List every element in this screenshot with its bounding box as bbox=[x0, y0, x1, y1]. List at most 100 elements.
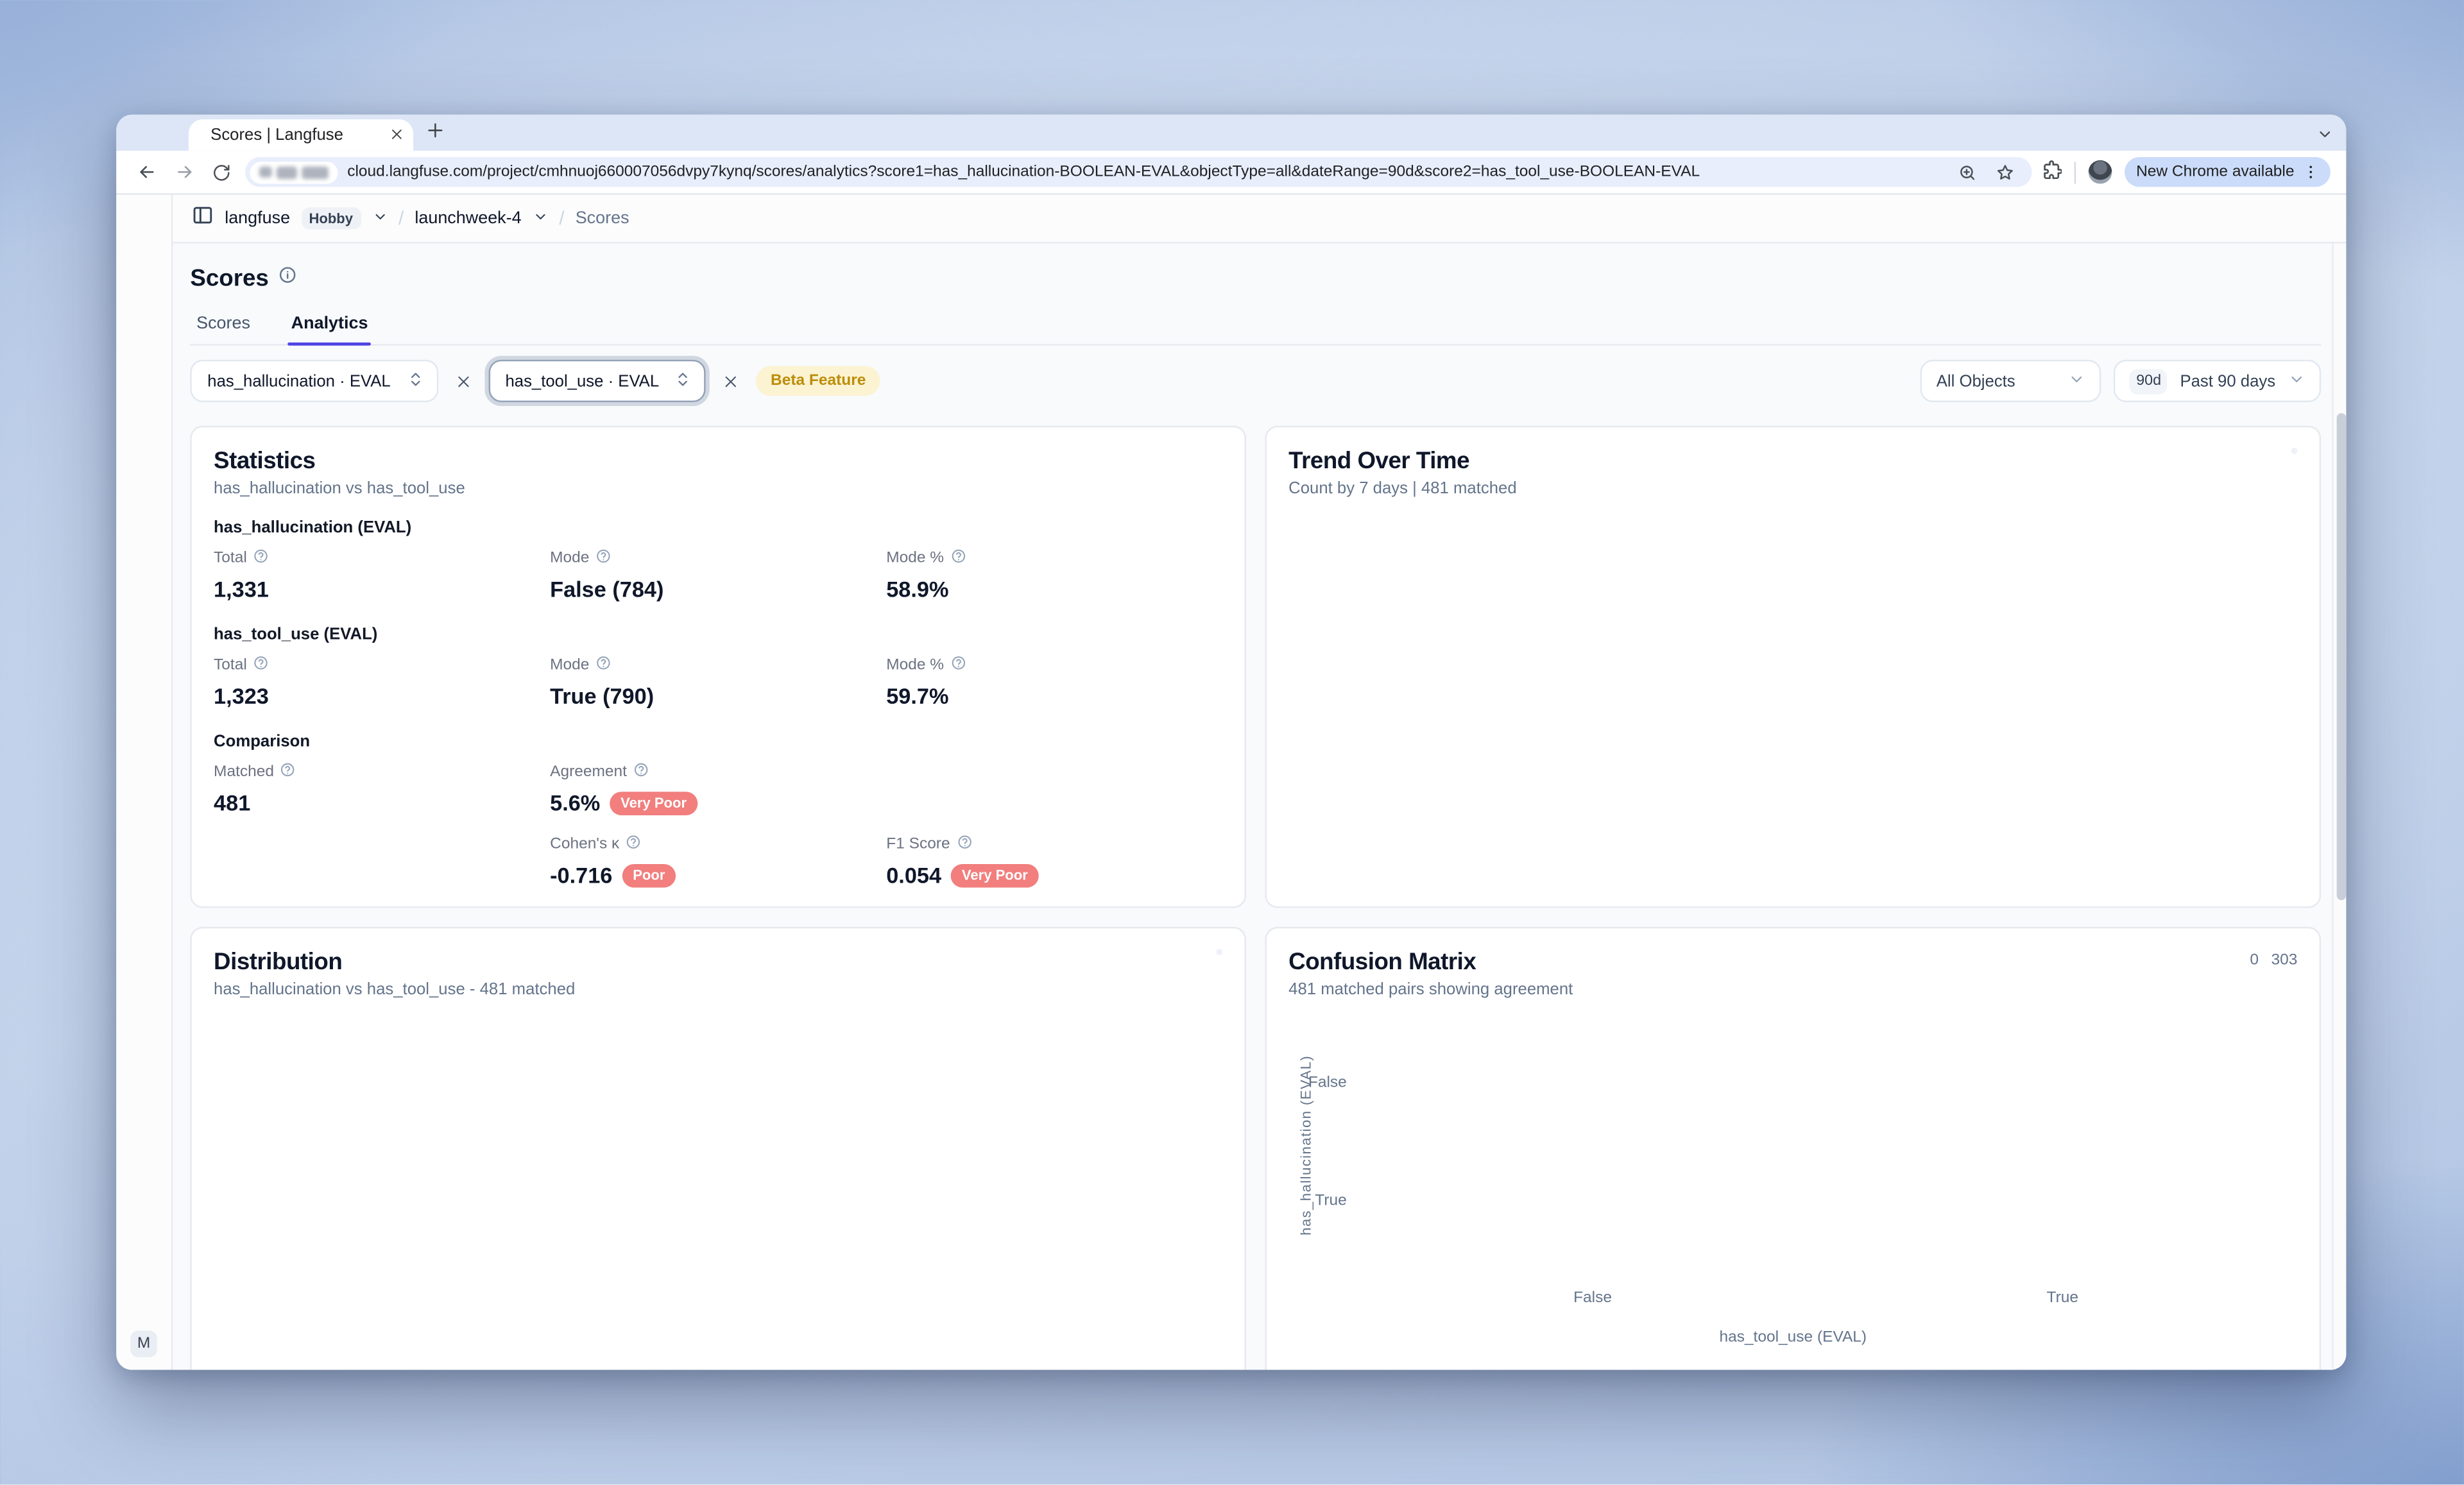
range-short-badge: 90d bbox=[2130, 368, 2167, 393]
help-icon[interactable] bbox=[253, 548, 269, 569]
remove-score1-button[interactable] bbox=[450, 368, 475, 393]
zoom-page-icon[interactable] bbox=[1954, 158, 1982, 186]
redacted-block bbox=[259, 167, 272, 178]
confusion-matrix: has_hallucination (EVAL) False True bbox=[1288, 1024, 2297, 1261]
page-title: Scores bbox=[190, 265, 269, 292]
window-controls bbox=[132, 124, 209, 141]
stat-agreement: Agreement 5.6%Very Poor bbox=[550, 762, 886, 815]
close-tab-icon[interactable] bbox=[389, 121, 404, 149]
trend-title: Trend Over Time bbox=[1288, 448, 1516, 475]
help-icon[interactable] bbox=[595, 548, 611, 569]
matrix-cell-true-false[interactable] bbox=[1358, 1143, 1826, 1261]
help-icon[interactable] bbox=[595, 655, 611, 675]
matrix-x-axis-label: has_tool_use (EVAL) bbox=[1288, 1328, 2297, 1346]
stat-label: Total bbox=[214, 550, 247, 567]
stat-label: Total bbox=[214, 657, 247, 674]
rating-badge: Very Poor bbox=[610, 791, 697, 815]
info-icon[interactable] bbox=[278, 264, 297, 292]
help-icon[interactable] bbox=[280, 762, 296, 783]
new-chrome-label: New Chrome available bbox=[2136, 164, 2294, 181]
zoom-window-button[interactable] bbox=[192, 124, 209, 141]
site-info-chip[interactable] bbox=[250, 161, 338, 183]
plan-badge: Hobby bbox=[301, 207, 361, 229]
trend-view-tabs bbox=[2291, 448, 2298, 454]
breadcrumb-project[interactable]: launchweek-4 bbox=[415, 209, 521, 228]
help-icon[interactable] bbox=[633, 762, 649, 783]
help-icon[interactable] bbox=[626, 834, 641, 854]
tab-scores[interactable]: Scores bbox=[193, 308, 253, 344]
date-range-select[interactable]: 90d Past 90 days bbox=[2114, 360, 2321, 402]
stat-value: False (784) bbox=[550, 577, 886, 602]
matrix-cell-false-true[interactable] bbox=[1829, 1024, 2297, 1139]
statistics-title: Statistics bbox=[214, 448, 1222, 475]
tab-search-icon[interactable] bbox=[2316, 123, 2334, 151]
trend-subtitle: Count by 7 days | 481 matched bbox=[1288, 479, 1516, 498]
chevron-down-icon bbox=[2069, 370, 2086, 392]
user-avatar[interactable]: M bbox=[130, 1330, 157, 1357]
forward-button[interactable] bbox=[169, 158, 198, 186]
stat-mode: Mode True (790) bbox=[550, 655, 886, 708]
sidebar-toggle-icon[interactable] bbox=[192, 203, 214, 233]
section-label: has_hallucination (EVAL) bbox=[214, 518, 1222, 537]
new-tab-button[interactable] bbox=[426, 119, 445, 148]
breadcrumb-separator: / bbox=[398, 207, 404, 229]
browser-window: Scores | Langfuse cloud.langfuse.com/pro… bbox=[116, 115, 2346, 1370]
stat-mode-pct: Mode % 58.9% bbox=[886, 548, 1222, 602]
reload-button[interactable] bbox=[207, 158, 235, 186]
score2-select[interactable]: has_tool_use · EVAL bbox=[488, 360, 706, 402]
help-icon[interactable] bbox=[950, 655, 966, 675]
trend-card: Trend Over Time Count by 7 days | 481 ma… bbox=[1265, 426, 2321, 908]
chrome-profile-avatar[interactable] bbox=[2089, 160, 2113, 184]
score1-select[interactable]: has_hallucination · EVAL bbox=[190, 360, 438, 402]
chrome-menu-icon[interactable] bbox=[2302, 164, 2320, 181]
stat-value: True (790) bbox=[550, 683, 886, 708]
project-chevron-icon[interactable] bbox=[533, 204, 548, 232]
score2-label: has_tool_use · EVAL bbox=[505, 371, 659, 390]
stat-total: Total 1,331 bbox=[214, 548, 550, 602]
page-content: Scores Scores Analytics has_hallucinatio… bbox=[173, 244, 2346, 1370]
score1-label: has_hallucination · EVAL bbox=[207, 371, 390, 390]
matrix-cell-false-false[interactable] bbox=[1358, 1024, 1826, 1139]
stat-mode: Mode False (784) bbox=[550, 548, 886, 602]
distribution-subtitle: has_hallucination vs has_tool_use - 481 … bbox=[214, 980, 575, 999]
section-label: has_tool_use (EVAL) bbox=[214, 625, 1222, 644]
filter-row: has_hallucination · EVAL has_tool_use · … bbox=[190, 360, 2321, 402]
minimize-window-button[interactable] bbox=[162, 124, 179, 141]
scrollbar-thumb[interactable] bbox=[2336, 413, 2345, 900]
help-icon[interactable] bbox=[253, 655, 269, 675]
new-chrome-available-button[interactable]: New Chrome available bbox=[2125, 157, 2331, 187]
stat-value: 0.054 bbox=[886, 862, 941, 887]
matrix-cell-true-true[interactable] bbox=[1829, 1143, 2297, 1261]
tab-analytics[interactable]: Analytics bbox=[288, 308, 372, 344]
org-chevron-icon[interactable] bbox=[372, 204, 387, 232]
breadcrumb-separator: / bbox=[559, 207, 564, 229]
help-icon[interactable] bbox=[950, 548, 966, 569]
browser-tab[interactable]: Scores | Langfuse bbox=[189, 119, 413, 151]
help-icon[interactable] bbox=[956, 834, 971, 854]
page-scrollbar[interactable] bbox=[2332, 244, 2346, 1370]
remove-score2-button[interactable] bbox=[719, 368, 744, 393]
stat-value: 1,323 bbox=[214, 683, 550, 708]
rating-badge: Poor bbox=[622, 863, 676, 887]
app-header: langfuse Hobby / launchweek-4 / Scores bbox=[173, 195, 2346, 244]
back-button[interactable] bbox=[132, 158, 160, 186]
stat-f1: F1 Score 0.054Very Poor bbox=[886, 834, 1222, 887]
bookmark-star-icon[interactable] bbox=[1992, 158, 2020, 186]
close-window-button[interactable] bbox=[132, 124, 150, 141]
beta-feature-badge: Beta Feature bbox=[757, 366, 880, 396]
heatmap-scale: 0 303 bbox=[2250, 949, 2297, 969]
object-type-select[interactable]: All Objects bbox=[1921, 360, 2101, 402]
stat-label: Mode bbox=[550, 657, 589, 674]
url-bar[interactable]: cloud.langfuse.com/project/cmhnuoj660007… bbox=[245, 157, 2032, 187]
stat-value: 58.9% bbox=[886, 577, 1222, 602]
breadcrumb-org[interactable]: langfuse bbox=[225, 209, 290, 228]
scale-max: 303 bbox=[2272, 952, 2298, 969]
stat-value: 5.6% bbox=[550, 790, 600, 815]
extensions-icon[interactable] bbox=[2042, 158, 2062, 186]
col-label: False bbox=[1358, 1289, 1827, 1306]
chrome-toolbar: cloud.langfuse.com/project/cmhnuoj660007… bbox=[116, 151, 2346, 193]
range-value: Past 90 days bbox=[2180, 371, 2275, 390]
toolbar-divider bbox=[2075, 161, 2076, 183]
url-text: cloud.langfuse.com/project/cmhnuoj660007… bbox=[347, 164, 1944, 181]
stat-label: Mode % bbox=[886, 550, 944, 567]
